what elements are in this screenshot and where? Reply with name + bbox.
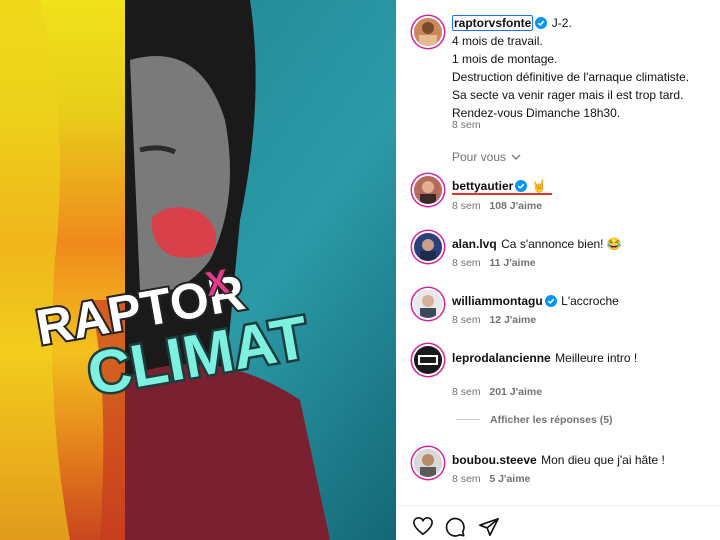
verified-icon	[535, 17, 548, 29]
comment-row: alan.lvq Ca s'annonce bien! 😂	[452, 235, 622, 253]
author-avatar-image	[414, 18, 442, 46]
verified-icon	[515, 180, 528, 192]
post-image: RAPTOR X CLIMAT	[0, 0, 396, 540]
comment-time: 8 sem	[452, 314, 481, 326]
show-replies-button[interactable]: Afficher les réponses (5)	[456, 414, 613, 426]
comment-meta: 8 sem 11 J'aime	[452, 257, 536, 269]
comment-likes[interactable]: 11 J'aime	[489, 257, 535, 269]
commenter-avatar[interactable]	[414, 449, 442, 477]
avatar-image	[414, 290, 442, 318]
comment-text: Mon dieu que j'ai hâte !	[541, 453, 665, 467]
comment-likes[interactable]: 12 J'aime	[489, 314, 536, 326]
comment-icon[interactable]	[444, 516, 466, 538]
caption-line-2: 4 mois de travail.	[452, 34, 543, 48]
comment-text: Ca s'annonce bien! 😂	[501, 237, 622, 251]
replies-divider	[456, 419, 480, 420]
caption-line-3: 1 mois de montage.	[452, 52, 558, 66]
comment-username[interactable]: leprodalancienne	[452, 351, 551, 365]
author-username[interactable]: raptorvsfonte	[452, 15, 534, 31]
comment-row: boubou.steeve Mon dieu que j'ai hâte !	[452, 451, 665, 469]
comment-time: 8 sem	[452, 386, 481, 398]
caption-line-1: J-2.	[551, 16, 572, 30]
comment-username[interactable]: williammontagu	[452, 294, 543, 308]
action-divider	[396, 505, 720, 506]
comment-username[interactable]: alan.lvq	[452, 237, 497, 251]
comment-time: 8 sem	[452, 200, 481, 212]
comment-likes[interactable]: 108 J'aime	[489, 200, 542, 212]
avatar-image	[414, 176, 442, 204]
avatar-image	[414, 233, 442, 261]
comment-username[interactable]: boubou.steeve	[452, 453, 537, 467]
post-caption: raptorvsfonte J-2. 4 mois de travail. 1 …	[452, 14, 712, 122]
comment-time: 8 sem	[452, 473, 481, 485]
comment-meta: 8 sem 12 J'aime	[452, 314, 536, 326]
commenter-avatar[interactable]	[414, 233, 442, 261]
comment-row: leprodalancienne Meilleure intro !	[452, 349, 637, 367]
caption-line-5: Sa secte va venir rager mais il est trop…	[452, 88, 684, 102]
comment-row: williammontagu L'accroche	[452, 292, 619, 310]
share-icon[interactable]	[478, 516, 500, 538]
post-time: 8 sem	[452, 119, 481, 131]
comment-time: 8 sem	[452, 257, 481, 269]
comment-text: L'accroche	[561, 294, 619, 308]
chevron-down-icon	[511, 154, 521, 160]
post-media[interactable]: RAPTOR X CLIMAT	[0, 0, 396, 540]
avatar-image	[414, 449, 442, 477]
commenter-avatar[interactable]	[414, 176, 442, 204]
commenter-avatar[interactable]	[414, 346, 442, 374]
comment-text: 🤘	[531, 179, 547, 193]
for-you-label: Pour vous	[452, 150, 507, 164]
comment-meta: 8 sem 5 J'aime	[452, 473, 530, 485]
caption-line-6: Rendez-vous Dimanche 18h30.	[452, 106, 621, 120]
commenter-avatar[interactable]	[414, 290, 442, 318]
author-avatar[interactable]	[414, 18, 442, 46]
comments-panel: raptorvsfonte J-2. 4 mois de travail. 1 …	[396, 0, 720, 540]
comment-likes[interactable]: 5 J'aime	[489, 473, 530, 485]
avatar-image	[414, 346, 442, 374]
verified-icon	[544, 295, 557, 307]
comment-text: Meilleure intro !	[555, 351, 638, 365]
show-replies-label: Afficher les réponses (5)	[490, 414, 613, 426]
comment-meta: 8 sem 201 J'aime	[452, 386, 542, 398]
highlight-underline	[452, 193, 552, 195]
caption-line-4: Destruction définitive de l'arnaque clim…	[452, 70, 690, 84]
comment-username[interactable]: bettyautier	[452, 179, 513, 193]
like-heart-icon[interactable]	[412, 516, 434, 536]
comment-meta: 8 sem 108 J'aime	[452, 200, 542, 212]
comment-likes[interactable]: 201 J'aime	[489, 386, 542, 398]
for-you-filter[interactable]: Pour vous	[452, 150, 521, 164]
